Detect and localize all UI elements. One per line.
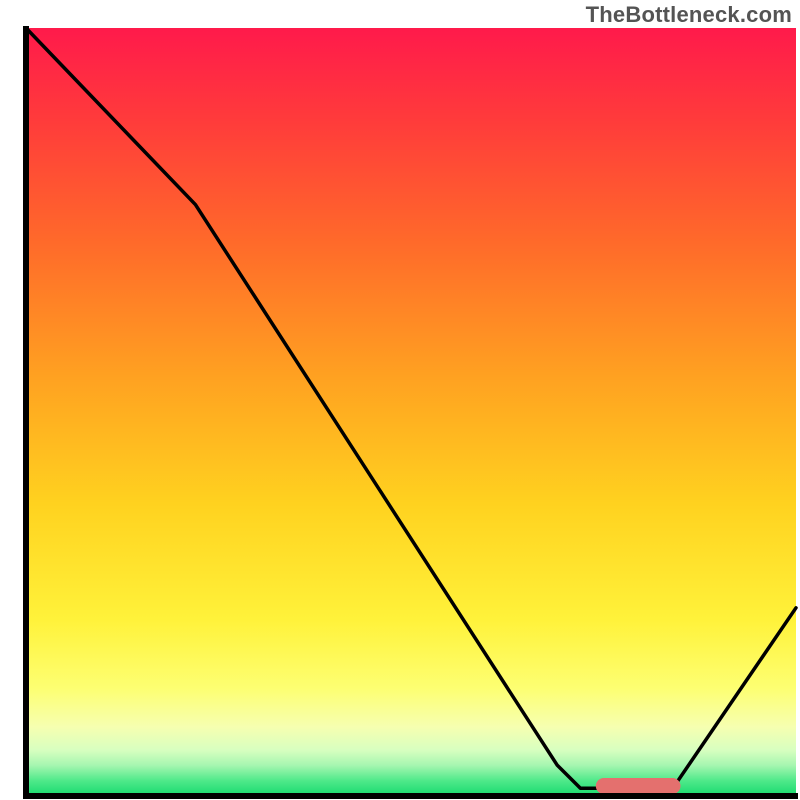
chart-container: TheBottleneck.com (0, 0, 800, 800)
watermark-text: TheBottleneck.com (586, 2, 792, 28)
bottleneck-chart (0, 0, 800, 800)
optimum-marker (596, 778, 681, 794)
plot-background (26, 28, 796, 796)
